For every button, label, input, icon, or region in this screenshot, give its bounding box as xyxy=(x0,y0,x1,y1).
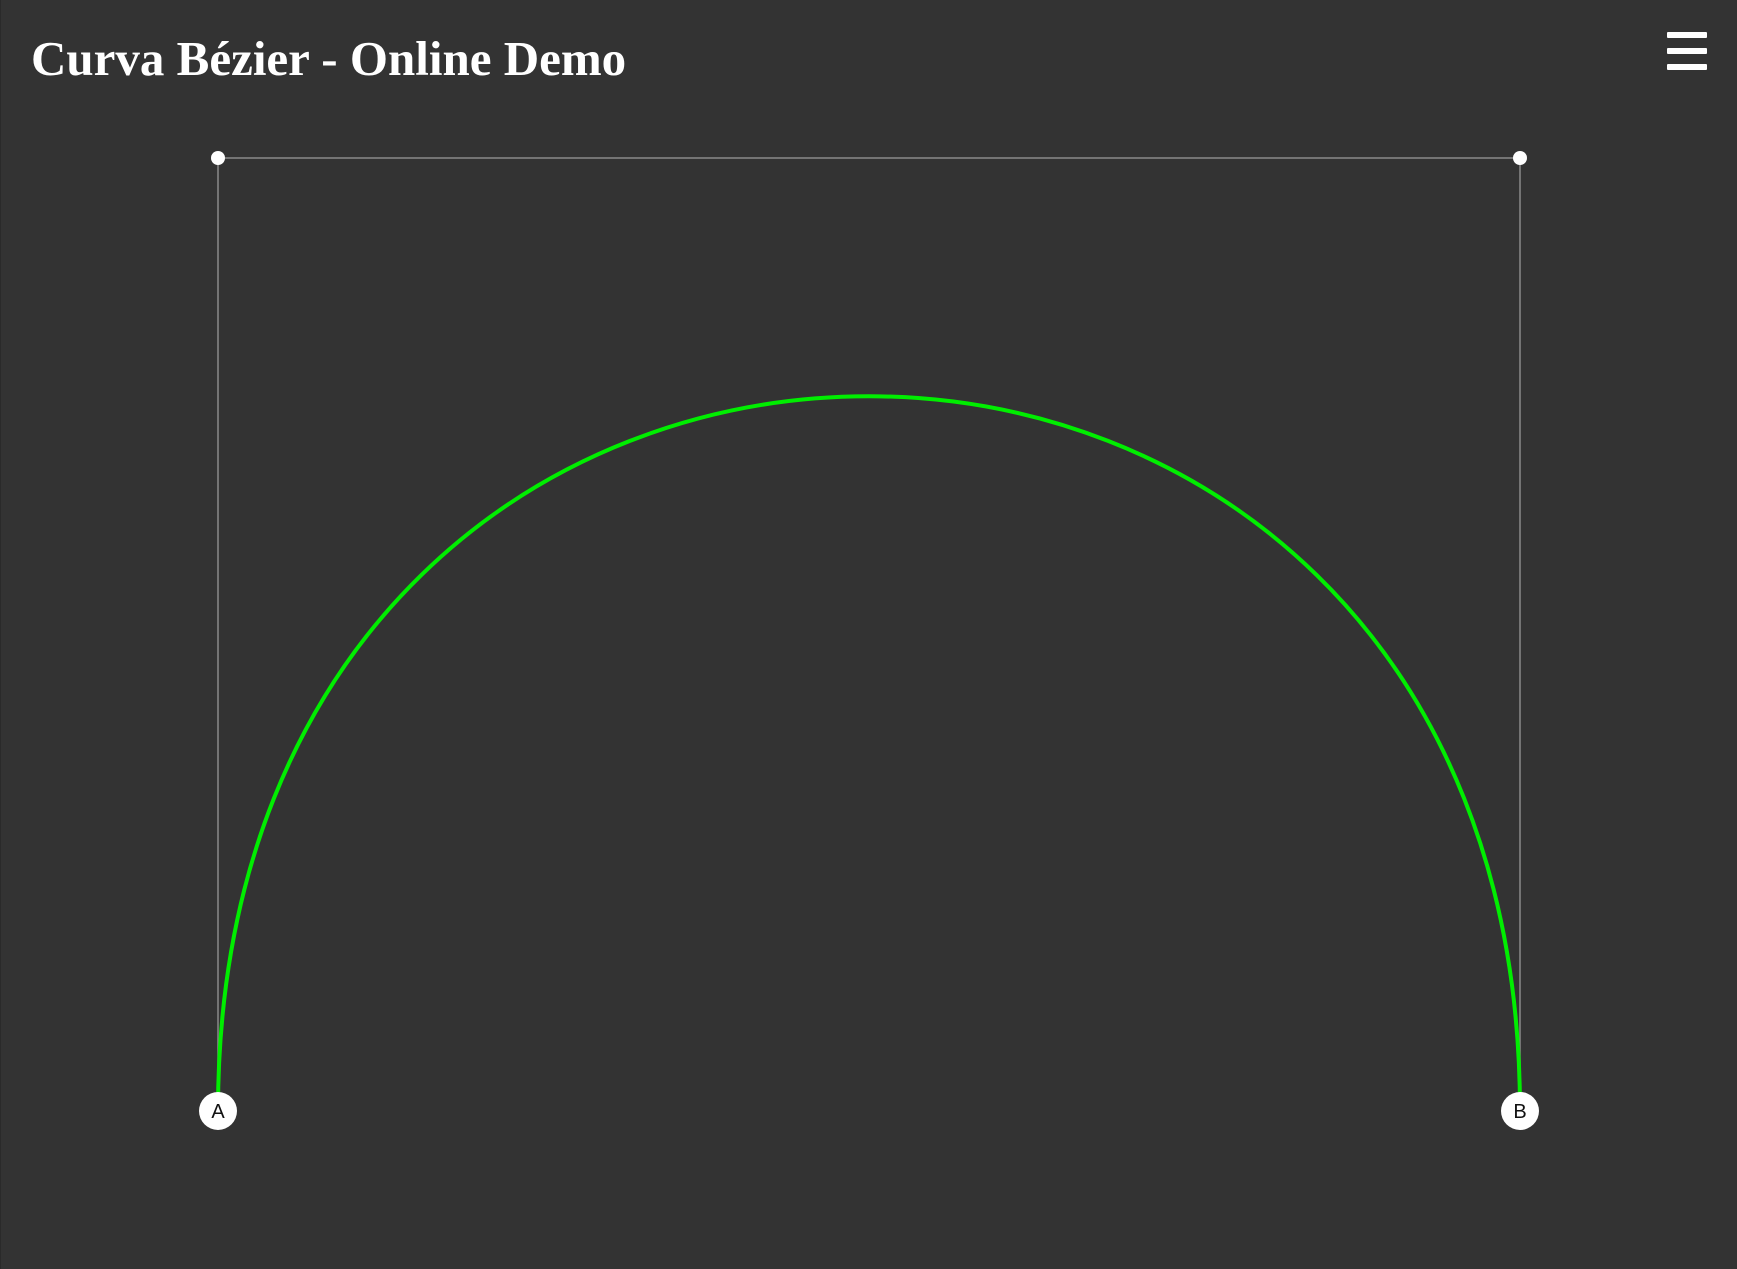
bezier-curve xyxy=(216,394,1522,1112)
bezier-canvas[interactable]: A B xyxy=(0,0,1737,1269)
control-point-1-handle[interactable] xyxy=(211,151,225,165)
control-point-2-handle[interactable] xyxy=(1513,151,1527,165)
end-point-handle[interactable]: B xyxy=(1501,1092,1539,1130)
start-point-handle[interactable]: A xyxy=(199,1092,237,1130)
